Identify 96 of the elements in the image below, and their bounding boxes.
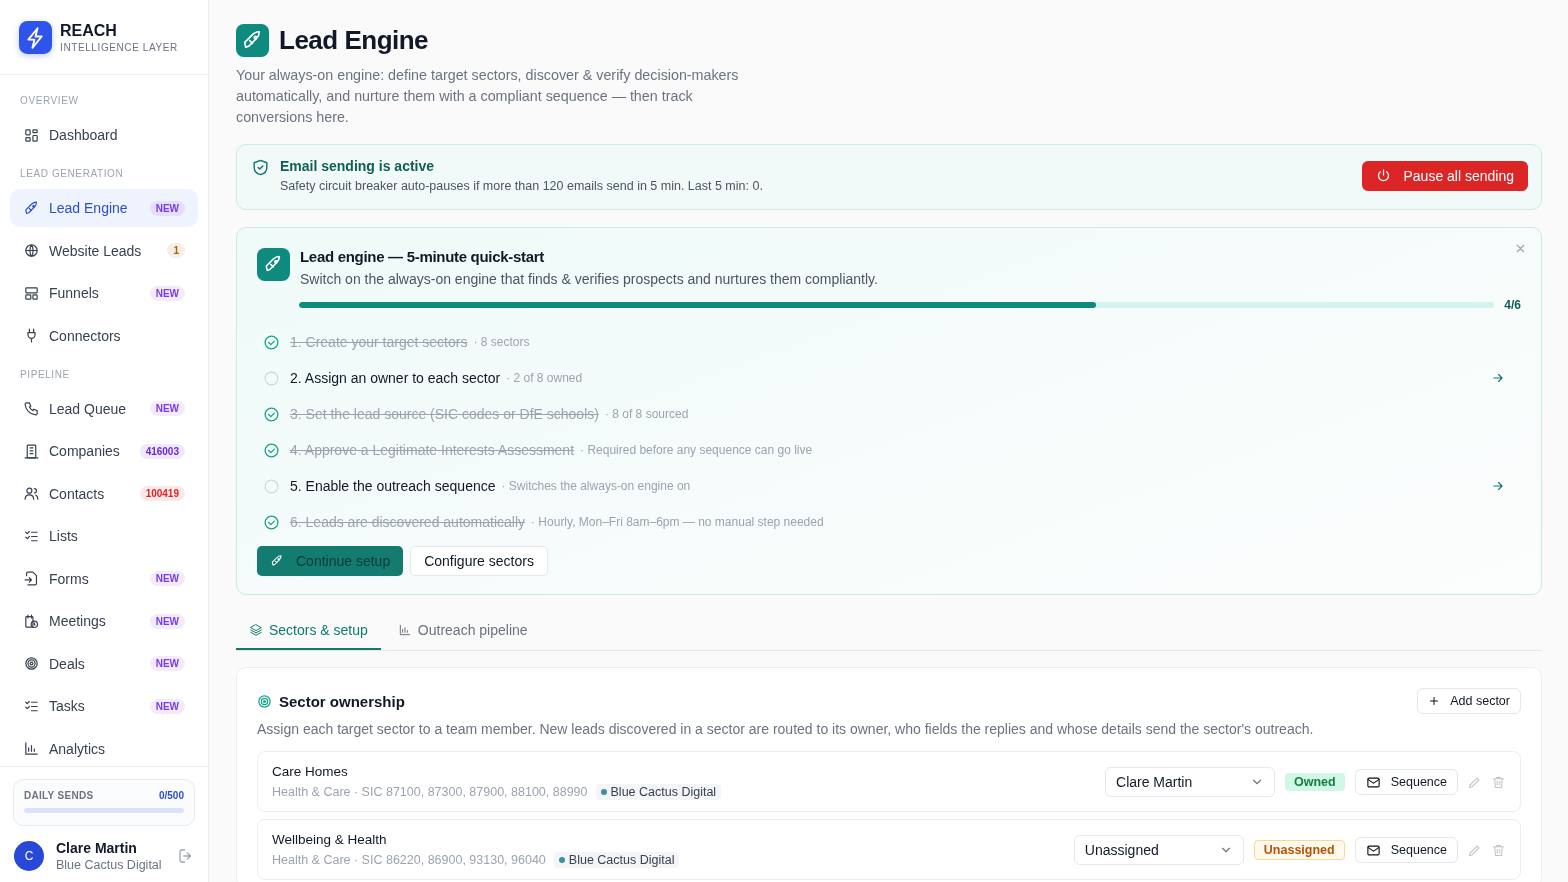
- sector-meta: Health & Care · SIC 86220, 86900, 93130, 96040: [272, 853, 546, 867]
- nav-badge: NEW: [149, 613, 185, 629]
- daily-sends-label: DAILY SENDS: [24, 790, 94, 801]
- daily-sends-value: 0/500: [158, 790, 184, 801]
- step-note: · 2 of 8 owned: [506, 371, 584, 385]
- bolt-logo-icon: [19, 20, 52, 54]
- status-badge: Unassigned: [1253, 840, 1345, 860]
- sidebar-item[interactable]: Companies 416003: [10, 432, 198, 470]
- owner-select[interactable]: Clare Martin: [1105, 767, 1275, 797]
- step-title: 1. Create your target sectors: [290, 334, 468, 350]
- nav-badge: NEW: [149, 698, 185, 714]
- quickstart-title: Lead engine — 5-minute quick-start: [300, 248, 545, 265]
- page-title: Lead Engine: [279, 25, 429, 56]
- nav-badge: NEW: [149, 571, 185, 586]
- nav-heading: OVERVIEW: [19, 94, 80, 108]
- sidebar-item[interactable]: Lists: [10, 517, 198, 555]
- grid-icon: [23, 126, 40, 144]
- sidebar-item[interactable]: Forms NEW: [10, 559, 198, 598]
- chart-icon: [397, 623, 412, 637]
- target-icon: [23, 655, 40, 672]
- pause-sending-button[interactable]: Pause all sending: [1362, 160, 1528, 191]
- layers-icon: [249, 623, 263, 637]
- step-note: · Switches the always-on engine on: [501, 479, 692, 493]
- step-note: · 8 sectors: [473, 335, 531, 349]
- step-title: 2. Assign an owner to each sector: [290, 370, 501, 386]
- sidebar-item[interactable]: Lead Queue NEW: [10, 389, 198, 428]
- sector-meta: Health & Care · SIC 87100, 87300, 87900, 88100, 88990: [272, 785, 588, 799]
- mail-icon: [1365, 774, 1381, 790]
- phone-icon: [23, 400, 40, 417]
- brand-tagline: INTELLIGENCE LAYER: [60, 41, 178, 53]
- arrow-right-icon[interactable]: [1491, 479, 1505, 493]
- user-name: Clare Martin: [56, 840, 138, 856]
- shield-check-icon: [251, 158, 270, 177]
- building-icon: [23, 442, 40, 460]
- trash-icon[interactable]: [1491, 842, 1506, 858]
- company-tag: Blue Cactus Digital: [553, 852, 680, 868]
- banner-title: Email sending is active: [280, 158, 436, 174]
- banner-detail: Safety circuit breaker auto-pauses if more than 120 emails send in 5 min. Last 5 min: 0.: [280, 179, 764, 193]
- quickstart-subtitle: Switch on the always-on engine that finds & verifies prospects and nurtures them compliantly.: [300, 271, 878, 287]
- sidebar-item[interactable]: Meetings NEW: [10, 602, 198, 640]
- calendar-icon: [23, 612, 40, 630]
- step-title: 4. Approve a Legitimate Interests Assessment: [290, 442, 575, 458]
- user-org: Blue Cactus Digital: [56, 858, 163, 872]
- sidebar-item[interactable]: Website Leads 1: [10, 231, 198, 270]
- step-title: 5. Enable the outreach sequence: [290, 478, 496, 494]
- plus-icon: [1428, 695, 1441, 707]
- step-title: 6. Leads are discovered automatically: [290, 514, 526, 530]
- globe-icon: [23, 242, 40, 259]
- sidebar-item[interactable]: Contacts 100419: [10, 474, 198, 513]
- section-title: Sector ownership: [279, 692, 406, 710]
- users-icon: [23, 485, 40, 502]
- step-note: · Hourly, Mon–Fri 8am–6pm — no manual step needed: [531, 515, 825, 529]
- close-icon[interactable]: [1514, 242, 1527, 255]
- owner-select[interactable]: Unassigned: [1073, 835, 1244, 865]
- add-sector-button[interactable]: Add sector: [1417, 688, 1521, 714]
- step-title: 3. Set the lead source (SIC codes or DfE schools): [290, 406, 599, 422]
- sequence-button[interactable]: Sequence: [1354, 769, 1458, 795]
- tab[interactable]: Outreach pipeline: [384, 612, 541, 650]
- sidebar-item[interactable]: Deals NEW: [10, 644, 198, 683]
- mail-icon: [1365, 842, 1381, 858]
- company-tag: Blue Cactus Digital: [595, 784, 722, 800]
- form-icon: [23, 570, 40, 587]
- sidebar-item[interactable]: Funnels NEW: [10, 274, 198, 312]
- sector-name: Wellbeing & Health: [272, 832, 388, 847]
- step-note: · Required before any sequence can go live: [580, 443, 814, 457]
- trash-icon[interactable]: [1491, 774, 1506, 790]
- sector-name: Care Homes: [272, 764, 349, 779]
- section-description: Assign each target sector to a team member. New leads discovered in a sector are routed to its owner, who fields the replies and whose details send the sector's outreach.: [257, 721, 1315, 737]
- sidebar-item[interactable]: Analytics: [10, 729, 198, 766]
- layout-icon: [23, 284, 40, 302]
- chart-icon: [23, 740, 40, 757]
- configure-sectors-button[interactable]: Configure sectors: [410, 546, 548, 576]
- sidebar-item[interactable]: Dashboard: [10, 116, 198, 154]
- nav-badge: NEW: [149, 200, 185, 216]
- sidebar-item[interactable]: Lead Engine NEW: [10, 189, 198, 227]
- step-note: · 8 of 8 sourced: [604, 407, 690, 421]
- nav-badge: 1: [167, 243, 185, 258]
- status-badge: Owned: [1285, 773, 1345, 791]
- nav-badge: 100419: [139, 486, 185, 501]
- sidebar-item[interactable]: Tasks NEW: [10, 687, 198, 725]
- arrow-right-icon[interactable]: [1491, 371, 1505, 385]
- progress-count: 4/6: [1504, 298, 1521, 312]
- nav-badge: NEW: [149, 656, 185, 671]
- nav-badge: NEW: [149, 401, 185, 416]
- brand-name: REACH: [60, 21, 118, 40]
- page-description: Your always-on engine: define target sectors, discover & verify decision-makers automatically, and nurture them with a compliant sequence — then track conversions here.: [236, 66, 740, 127]
- tab[interactable]: Sectors & setup: [236, 612, 381, 650]
- sequence-button[interactable]: Sequence: [1354, 837, 1458, 863]
- nav-heading: LEAD GENERATION: [19, 167, 125, 181]
- power-icon: [1376, 168, 1392, 183]
- nav-badge: NEW: [149, 285, 185, 301]
- target-icon: [257, 693, 272, 709]
- sidebar-item[interactable]: Connectors: [10, 316, 198, 355]
- nav-badge: 416003: [139, 443, 185, 459]
- nav-heading: PIPELINE: [19, 367, 71, 382]
- user-avatar: C: [14, 841, 44, 871]
